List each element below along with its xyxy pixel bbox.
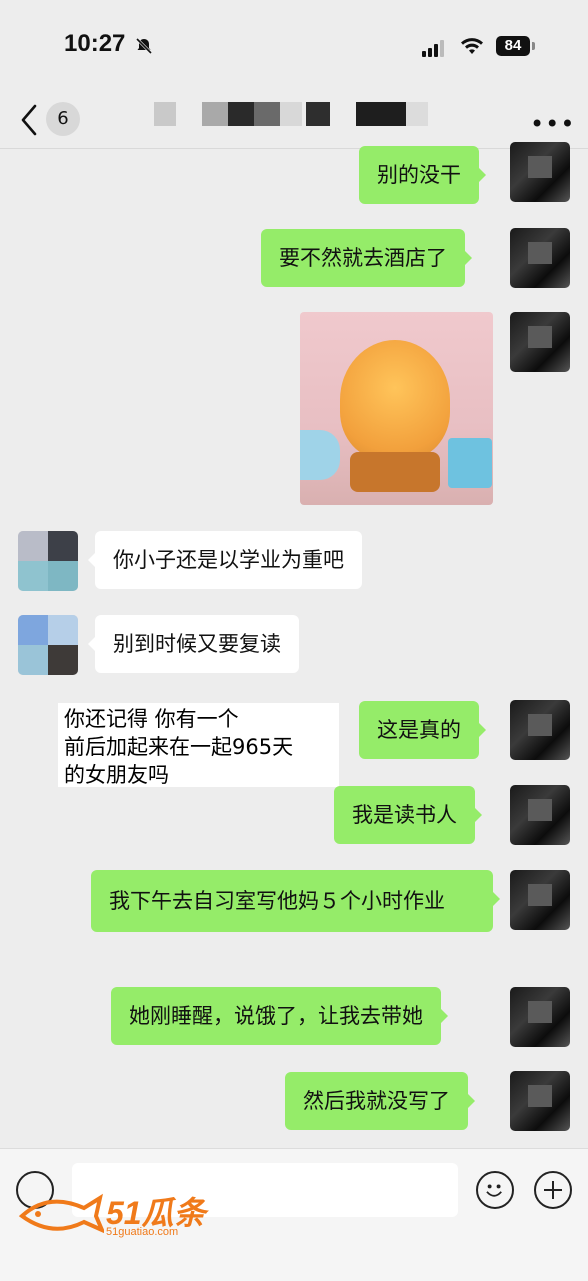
avatar-self[interactable] (510, 228, 570, 288)
message-bubble-self[interactable]: 她刚睡醒，说饿了，让我去带她 (111, 987, 448, 1045)
caption-line: 你还记得 你有一个 (64, 707, 239, 731)
message-bubble-self[interactable]: 别的没干 (359, 146, 486, 204)
watermark-url: 51guatiao.com (106, 1226, 179, 1238)
overlay-caption: 你还记得 你有一个 前后加起来在一起965天 的女朋友吗 (58, 703, 339, 787)
back-chevron-icon[interactable] (18, 100, 40, 140)
sticker-tub (300, 430, 340, 480)
sticker-shorts (350, 452, 440, 492)
status-time: 10:27 (64, 30, 126, 57)
avatar-self[interactable] (510, 1071, 570, 1131)
message-bubble-self[interactable]: 我是读书人 (334, 786, 482, 844)
avatar-self[interactable] (510, 987, 570, 1047)
message-bubble-contact[interactable]: 你小子还是以学业为重吧 (88, 531, 362, 589)
status-bar: 10:27 84 (0, 0, 588, 92)
avatar-contact[interactable] (18, 531, 78, 591)
avatar-self[interactable] (510, 312, 570, 372)
avatar-contact[interactable] (18, 615, 78, 675)
sticker-bucket (448, 438, 492, 488)
avatar-self[interactable] (510, 785, 570, 845)
message-bubble-contact[interactable]: 别到时候又要复读 (88, 615, 299, 673)
wifi-icon (461, 38, 483, 54)
bell-muted-icon (135, 37, 153, 55)
avatar-self[interactable] (510, 870, 570, 930)
sticker-character (340, 340, 450, 460)
message-bubble-self[interactable]: 我下午去自习室写他妈５个小时作业 (91, 870, 500, 932)
message-bubble-self[interactable]: 这是真的 (359, 701, 486, 759)
message-bubble-self[interactable]: 然后我就没写了 (285, 1072, 475, 1130)
unread-count-badge[interactable]: 6 (46, 102, 80, 136)
message-bubble-self[interactable]: 要不然就去酒店了 (261, 229, 472, 287)
watermark: 51瓜条 51guatiao.com (18, 1186, 208, 1246)
fish-logo-icon (18, 1193, 104, 1234)
sticker-image[interactable] (300, 312, 493, 505)
emoji-icon[interactable] (476, 1171, 514, 1209)
cellular-signal-icon (422, 38, 446, 57)
caption-line: 前后加起来在一起965天 (64, 735, 294, 759)
battery-tip (532, 42, 535, 50)
caption-line: 的女朋友吗 (64, 763, 169, 787)
chat-header: 6 ••• (0, 92, 588, 149)
battery-indicator: 84 (496, 36, 530, 56)
more-options-icon[interactable]: ••• (530, 110, 575, 138)
avatar-self[interactable] (510, 142, 570, 202)
avatar-self[interactable] (510, 700, 570, 760)
more-functions-plus-icon[interactable] (534, 1171, 572, 1209)
